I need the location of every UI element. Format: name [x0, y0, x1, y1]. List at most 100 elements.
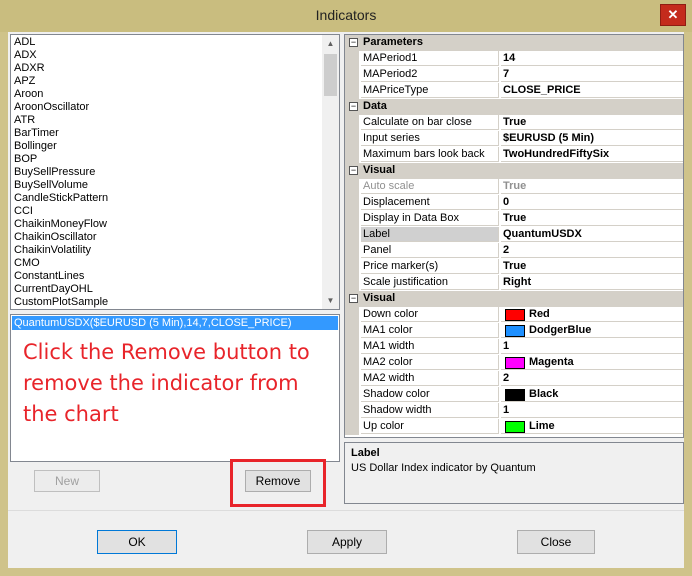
list-item[interactable]: CMO	[14, 257, 40, 270]
list-item[interactable]: CustomPlotSample	[14, 296, 108, 309]
property-name[interactable]: Displacement	[361, 195, 499, 210]
property-name[interactable]: Calculate on bar close	[361, 115, 499, 130]
property-name[interactable]: Maximum bars look back	[361, 147, 499, 162]
property-value[interactable]: True	[501, 211, 683, 226]
property-name[interactable]: Panel	[361, 243, 499, 258]
property-row[interactable]: Maximum bars look back TwoHundredFiftySix	[345, 147, 683, 163]
property-row[interactable]: MA2 width 2	[345, 371, 683, 387]
property-row[interactable]: Auto scale True	[345, 179, 683, 195]
property-value[interactable]: 7	[501, 67, 683, 82]
property-value[interactable]: DodgerBlue	[501, 323, 683, 338]
list-item[interactable]: APZ	[14, 75, 35, 88]
category-visual[interactable]: − Visual	[345, 163, 683, 179]
property-value[interactable]: TwoHundredFiftySix	[501, 147, 683, 162]
property-row[interactable]: Shadow color Black	[345, 387, 683, 403]
property-value[interactable]: 2	[501, 243, 683, 258]
list-item[interactable]: CCI	[14, 205, 33, 218]
list-item[interactable]: CurrentDayOHL	[14, 283, 93, 296]
property-row[interactable]: Shadow width 1	[345, 403, 683, 419]
property-name[interactable]: MAPeriod2	[361, 67, 499, 82]
property-row[interactable]: Calculate on bar close True	[345, 115, 683, 131]
property-name[interactable]: MA2 color	[361, 355, 499, 370]
property-name[interactable]: MA2 width	[361, 371, 499, 386]
list-scrollbar[interactable]: ▲ ▼	[322, 35, 339, 309]
property-name[interactable]: Display in Data Box	[361, 211, 499, 226]
property-name[interactable]: MA1 width	[361, 339, 499, 354]
list-item[interactable]: Bollinger	[14, 140, 57, 153]
list-item[interactable]: BOP	[14, 153, 37, 166]
property-value[interactable]: 2	[501, 371, 683, 386]
property-row[interactable]: MAPeriod1 14	[345, 51, 683, 67]
list-item[interactable]: AroonOscillator	[14, 101, 89, 114]
property-value[interactable]: 1	[501, 339, 683, 354]
indicator-list[interactable]: ADL ADX ADXR APZ Aroon AroonOscillator ATR BarT…	[10, 34, 340, 310]
close-button[interactable]: Close	[517, 530, 595, 554]
property-grid[interactable]: − Parameters MAPeriod1 14 MAPeriod2 7 MAPriceT…	[344, 34, 684, 438]
category-visual2[interactable]: − Visual	[345, 291, 683, 307]
list-item[interactable]: ADX	[14, 49, 37, 62]
scrollbar-thumb[interactable]	[324, 54, 337, 96]
property-value[interactable]: 0	[501, 195, 683, 210]
property-row[interactable]: MAPriceType CLOSE_PRICE	[345, 83, 683, 99]
collapse-icon[interactable]: −	[349, 294, 358, 303]
list-item[interactable]: ADXR	[14, 62, 45, 75]
ok-button[interactable]: OK	[97, 530, 177, 554]
property-row[interactable]: MA2 color Magenta	[345, 355, 683, 371]
property-name[interactable]: Shadow color	[361, 387, 499, 402]
new-button[interactable]: New	[34, 470, 100, 492]
list-item[interactable]: BarTimer	[14, 127, 59, 140]
property-value[interactable]: Magenta	[501, 355, 683, 370]
property-row[interactable]: Price marker(s) True	[345, 259, 683, 275]
apply-button[interactable]: Apply	[307, 530, 387, 554]
property-row[interactable]: Input series $EURUSD (5 Min)	[345, 131, 683, 147]
list-item[interactable]: ChaikinMoneyFlow	[14, 218, 107, 231]
category-data[interactable]: − Data	[345, 99, 683, 115]
property-value[interactable]: Lime	[501, 419, 683, 434]
property-value[interactable]: Right	[501, 275, 683, 290]
property-row[interactable]: MA1 color DodgerBlue	[345, 323, 683, 339]
close-icon[interactable]: ✕	[660, 4, 686, 26]
property-name[interactable]: MAPeriod1	[361, 51, 499, 66]
property-row[interactable]: Down color Red	[345, 307, 683, 323]
property-row[interactable]: Label QuantumUSDX	[345, 227, 683, 243]
property-row[interactable]: Displacement 0	[345, 195, 683, 211]
property-name[interactable]: Down color	[361, 307, 499, 322]
list-item[interactable]: ADL	[14, 36, 35, 49]
property-value[interactable]: True	[501, 259, 683, 274]
property-value[interactable]: CLOSE_PRICE	[501, 83, 683, 98]
scroll-down-icon[interactable]: ▼	[322, 292, 339, 309]
list-item[interactable]: ChaikinOscillator	[14, 231, 97, 244]
applied-indicator-item[interactable]: QuantumUSDX($EURUSD (5 Min),14,7,CLOSE_P…	[12, 316, 338, 330]
scroll-up-icon[interactable]: ▲	[322, 35, 339, 52]
property-name[interactable]: Input series	[361, 131, 499, 146]
property-name[interactable]: Up color	[361, 419, 499, 434]
property-name[interactable]: Shadow width	[361, 403, 499, 418]
property-name[interactable]: MA1 color	[361, 323, 499, 338]
property-value[interactable]: $EURUSD (5 Min)	[501, 131, 683, 146]
list-item[interactable]: ATR	[14, 114, 35, 127]
property-row[interactable]: Panel 2	[345, 243, 683, 259]
property-value[interactable]: Red	[501, 307, 683, 322]
property-value[interactable]: True	[501, 179, 683, 194]
property-name[interactable]: MAPriceType	[361, 83, 499, 98]
list-item[interactable]: BuySellVolume	[14, 179, 88, 192]
list-item[interactable]: ConstantLines	[14, 270, 84, 283]
property-value[interactable]: True	[501, 115, 683, 130]
applied-indicators-list[interactable]: QuantumUSDX($EURUSD (5 Min),14,7,CLOSE_P…	[10, 314, 340, 462]
collapse-icon[interactable]: −	[349, 38, 358, 47]
collapse-icon[interactable]: −	[349, 166, 358, 175]
property-name[interactable]: Label	[361, 227, 499, 242]
property-row[interactable]: MA1 width 1	[345, 339, 683, 355]
property-value[interactable]: 1	[501, 403, 683, 418]
property-row[interactable]: Up color Lime	[345, 419, 683, 435]
list-item[interactable]: ChaikinVolatility	[14, 244, 91, 257]
list-item[interactable]: BuySellPressure	[14, 166, 95, 179]
property-row[interactable]: Scale justification Right	[345, 275, 683, 291]
list-item[interactable]: CandleStickPattern	[14, 192, 108, 205]
property-name[interactable]: Scale justification	[361, 275, 499, 290]
property-name[interactable]: Price marker(s)	[361, 259, 499, 274]
property-value[interactable]: Black	[501, 387, 683, 402]
property-row[interactable]: MAPeriod2 7	[345, 67, 683, 83]
property-row[interactable]: Display in Data Box True	[345, 211, 683, 227]
property-value[interactable]: QuantumUSDX	[501, 227, 683, 242]
